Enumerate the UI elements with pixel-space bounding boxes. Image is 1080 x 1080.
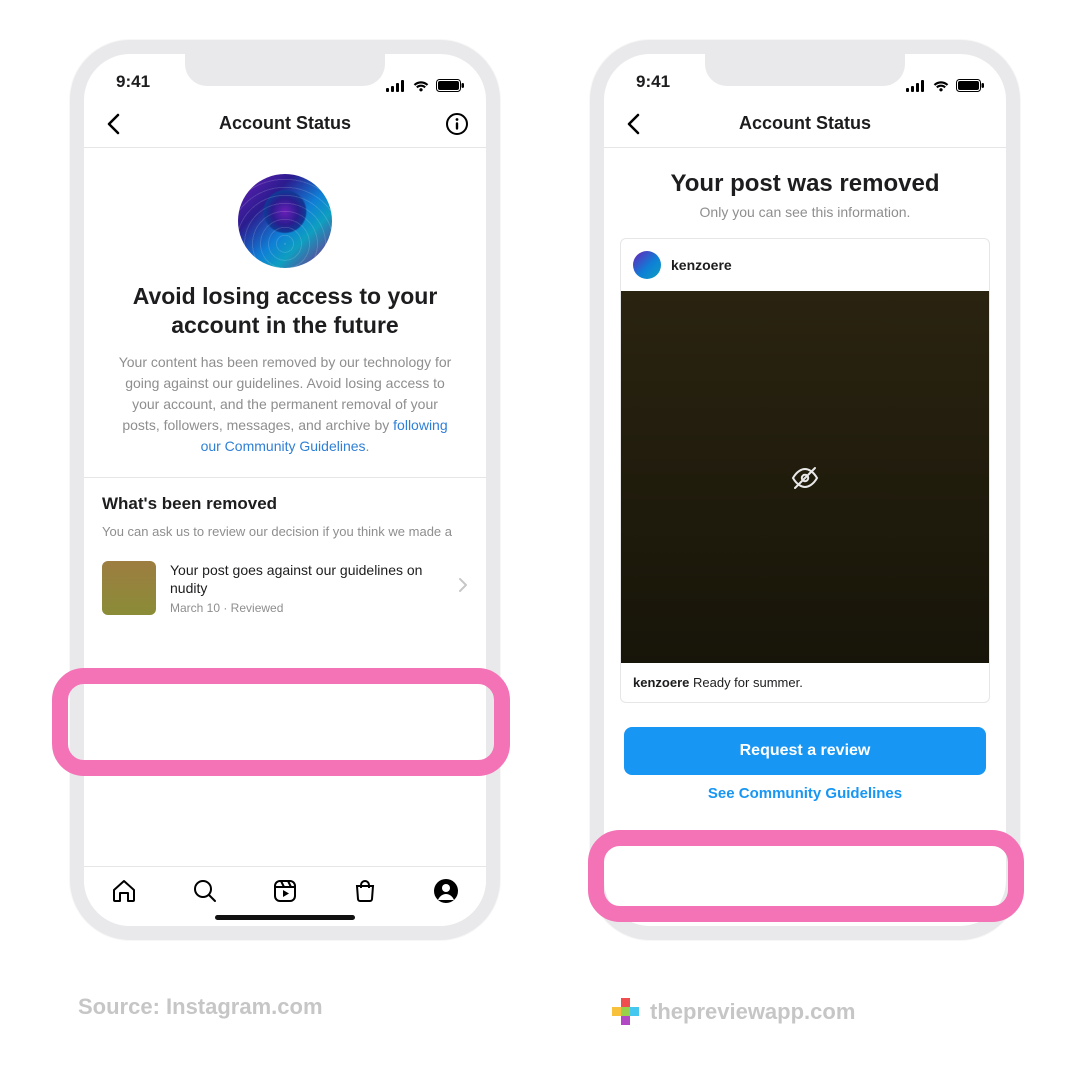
section-removed: What's been removed You can ask us to re…	[84, 478, 486, 547]
avatar	[633, 251, 661, 279]
subheading: Only you can see this information.	[620, 204, 990, 220]
notch	[705, 54, 905, 86]
chevron-left-icon	[106, 113, 120, 135]
section-heading: What's been removed	[102, 494, 468, 514]
previewapp-logo-icon	[612, 998, 640, 1026]
avatar	[238, 174, 332, 268]
reels-icon	[272, 878, 298, 904]
heading: Avoid losing access to your account in t…	[84, 282, 486, 340]
header: Account Status	[84, 100, 486, 148]
app-credit: thepreviewapp.com	[612, 998, 855, 1026]
page-title: Account Status	[128, 113, 442, 134]
info-button[interactable]	[442, 113, 472, 135]
info-icon	[446, 113, 468, 135]
status-icons	[386, 79, 464, 92]
battery-icon	[956, 79, 984, 92]
search-icon	[192, 878, 218, 904]
notch	[185, 54, 385, 86]
wifi-icon	[932, 79, 950, 92]
shop-icon	[352, 878, 378, 904]
wifi-icon	[412, 79, 430, 92]
page-title: Account Status	[648, 113, 962, 134]
post-header: kenzoere	[621, 239, 989, 291]
post-username: kenzoere	[671, 257, 732, 273]
chevron-right-icon	[458, 577, 468, 598]
nav-reels[interactable]	[272, 878, 298, 904]
highlight-left	[52, 668, 510, 776]
source-credit: Source: Instagram.com	[78, 994, 323, 1020]
description: Your content has been removed by our tec…	[84, 340, 486, 477]
phone-left: 9:41 Account Status Avoid losing access …	[70, 40, 500, 940]
phone-right: 9:41 Account Status Your post was remove…	[590, 40, 1020, 940]
status-time: 9:41	[116, 72, 150, 92]
signal-icon	[906, 80, 926, 92]
nav-shop[interactable]	[352, 878, 378, 904]
removed-item-title: Your post goes against our guidelines on…	[170, 561, 444, 599]
header: Account Status	[604, 100, 1006, 148]
request-review-button[interactable]: Request a review	[624, 727, 986, 775]
heading: Your post was removed	[620, 170, 990, 198]
signal-icon	[386, 80, 406, 92]
nav-home[interactable]	[111, 878, 137, 904]
nav-profile[interactable]	[433, 878, 459, 904]
home-indicator	[215, 915, 355, 920]
section-subtext: You can ask us to review our decision if…	[102, 524, 468, 539]
back-button[interactable]	[618, 113, 648, 135]
chevron-left-icon	[626, 113, 640, 135]
home-icon	[111, 878, 137, 904]
post-media	[621, 291, 989, 663]
removed-item[interactable]: Your post goes against our guidelines on…	[84, 547, 486, 630]
back-button[interactable]	[98, 113, 128, 135]
see-guidelines-link[interactable]: See Community Guidelines	[620, 785, 990, 802]
status-time: 9:41	[636, 72, 670, 92]
profile-icon	[433, 878, 459, 904]
post-card: kenzoere kenzoere Ready for summer.	[620, 238, 990, 703]
content-right: Your post was removed Only you can see t…	[604, 148, 1006, 926]
removed-item-meta: March 10 · Reviewed	[170, 601, 444, 615]
highlight-right	[588, 830, 1024, 922]
hidden-icon	[790, 462, 820, 492]
post-caption: kenzoere Ready for summer.	[621, 663, 989, 702]
status-icons	[906, 79, 984, 92]
battery-icon	[436, 79, 464, 92]
nav-search[interactable]	[192, 878, 218, 904]
removed-thumbnail	[102, 561, 156, 615]
